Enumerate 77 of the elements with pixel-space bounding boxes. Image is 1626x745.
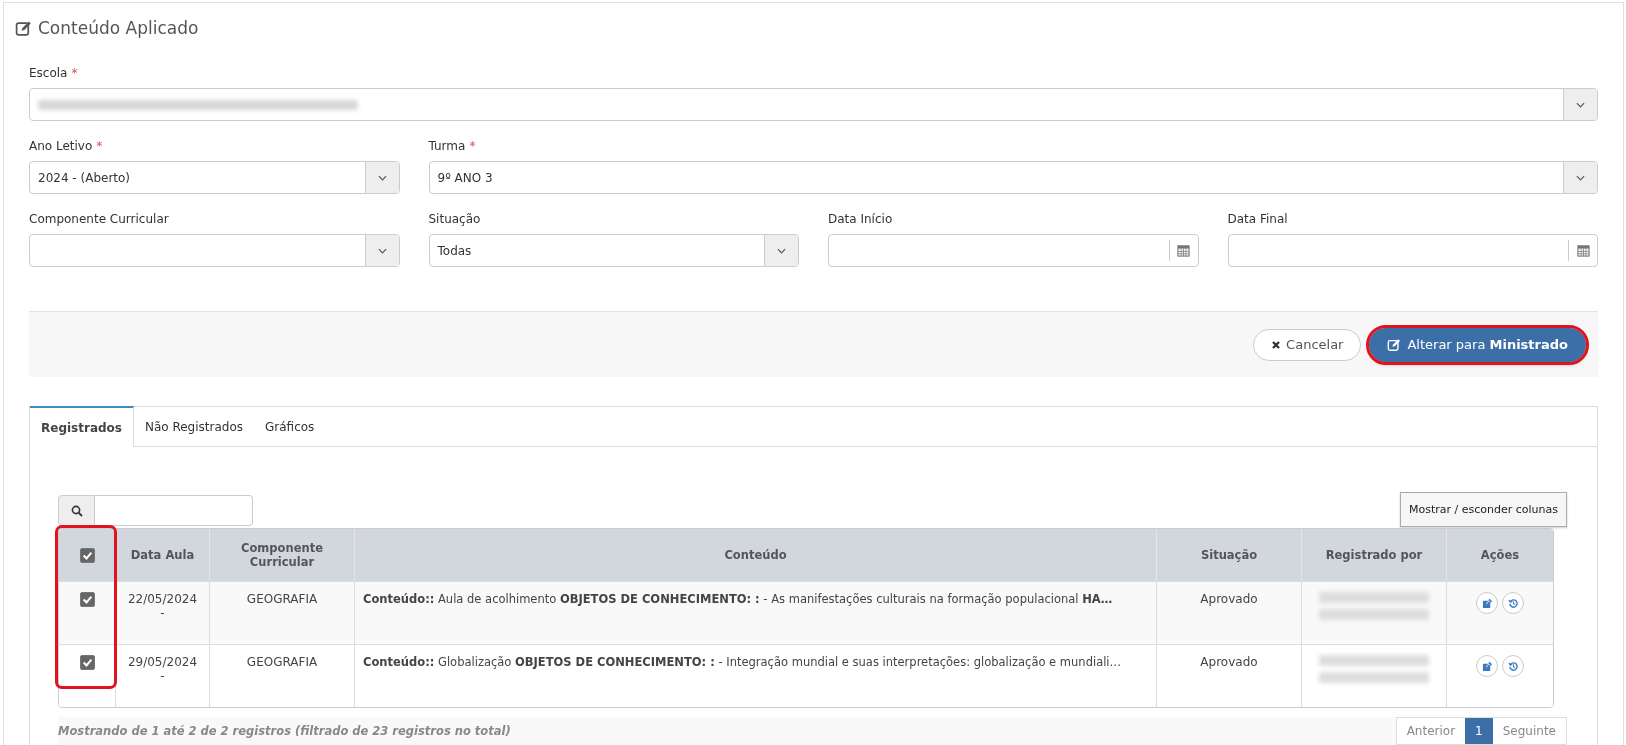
pagination-button[interactable]: 1: [1465, 718, 1493, 744]
table-cell-text: 22/05/2024: [126, 592, 199, 606]
column-header: Ações: [1480, 548, 1520, 562]
column-header: Situação: [1200, 548, 1258, 562]
table-cell: Conteúdo:: Aula de acolhimento OBJETOS DE CONHECIMENTO: : - As manifestações culturais na formação populacional HA…: [363, 592, 1113, 606]
field-label: Escola: [29, 66, 68, 80]
table-cell-text: -: [159, 606, 166, 620]
tab[interactable]: Não Registrados: [133, 407, 255, 447]
field-label: Data Início: [828, 212, 893, 226]
tab[interactable]: Registrados: [30, 406, 134, 447]
columns-button[interactable]: Mostrar / esconder colunas: [1400, 492, 1567, 527]
field-label: Turma: [428, 139, 466, 153]
change-status-button[interactable]: Alterar para Ministrado: [1369, 327, 1586, 362]
select-field[interactable]: [29, 88, 1598, 121]
table-cell: GEOGRAFIA: [246, 592, 318, 606]
cancel-button[interactable]: Cancelar: [1253, 328, 1362, 361]
select-field[interactable]: [29, 234, 400, 267]
select-field[interactable]: 2024 - (Aberto): [29, 161, 400, 194]
tab[interactable]: Gráficos: [254, 407, 326, 447]
chevron-down-icon: [377, 174, 387, 181]
table-info: Mostrando de 1 até 2 de 2 registros (filtrado de 23 registros no total): [58, 724, 511, 738]
field-label: Data Final: [1227, 212, 1288, 226]
table-cell: Aprovado: [1200, 655, 1258, 669]
edit-icon: [1387, 337, 1402, 352]
checkbox[interactable]: [79, 592, 95, 607]
pagination-button[interactable]: Seguinte: [1492, 718, 1566, 744]
checkmark-icon: [80, 656, 94, 669]
column-header: Data Aula: [130, 548, 195, 562]
share-icon: [1481, 597, 1493, 609]
column-header: Registrado por: [1325, 548, 1423, 562]
history-button[interactable]: [1502, 655, 1524, 677]
field-label: Situação: [428, 212, 481, 226]
close-icon: [1271, 339, 1282, 350]
search-field[interactable]: [95, 495, 253, 526]
pagination-button[interactable]: Anterior: [1396, 718, 1466, 744]
share-button[interactable]: [1476, 592, 1498, 614]
select-field[interactable]: Todas: [428, 234, 799, 267]
field-label: Componente Curricular: [29, 212, 169, 226]
date-field[interactable]: [1227, 234, 1598, 267]
chevron-down-icon: [377, 247, 387, 254]
select-field[interactable]: 9º ANO 3: [428, 161, 1598, 194]
table-cell: GEOGRAFIA: [246, 655, 318, 669]
required-mark: *: [469, 139, 476, 153]
share-button[interactable]: [1476, 655, 1498, 677]
checkmark-icon: [80, 593, 94, 606]
required-mark: *: [96, 139, 103, 153]
dropdown-toggle[interactable]: [364, 162, 399, 193]
calendar-icon[interactable]: [1576, 244, 1590, 257]
dropdown-toggle[interactable]: [764, 235, 798, 266]
dropdown-toggle[interactable]: [1563, 162, 1597, 193]
select-value: 9º ANO 3: [436, 170, 493, 185]
dropdown-toggle[interactable]: [364, 235, 399, 266]
date-field[interactable]: [828, 234, 1199, 267]
field-label: Ano Letivo: [29, 139, 93, 153]
select-value: Todas: [436, 243, 472, 258]
calendar-icon[interactable]: [1177, 244, 1190, 257]
table-cell-text: 29/05/2024: [126, 655, 199, 669]
search-icon: [70, 504, 83, 517]
select-value: 2024 - (Aberto): [37, 170, 131, 185]
history-icon: [1507, 660, 1519, 672]
table-cell: Aprovado: [1200, 592, 1258, 606]
column-header: Componente Curricular: [241, 541, 323, 569]
column-header: Conteúdo: [724, 548, 787, 562]
chevron-down-icon: [1576, 101, 1585, 108]
checkbox[interactable]: [79, 547, 95, 563]
dropdown-toggle[interactable]: [1563, 89, 1597, 120]
edit-icon: [15, 19, 32, 37]
share-icon: [1481, 660, 1493, 672]
checkbox[interactable]: [79, 655, 95, 670]
chevron-down-icon: [1576, 174, 1585, 181]
page-title: Conteúdo Aplicado: [38, 18, 199, 38]
chevron-down-icon: [777, 247, 786, 254]
table-cell-text: -: [159, 669, 166, 683]
table-cell: Conteúdo:: Globalização OBJETOS DE CONHECIMENTO: : - Integração mundial e suas interpretações: globalização e mundiali…: [363, 655, 1122, 669]
required-mark: *: [71, 66, 78, 80]
history-button[interactable]: [1502, 592, 1524, 614]
history-icon: [1507, 597, 1519, 609]
